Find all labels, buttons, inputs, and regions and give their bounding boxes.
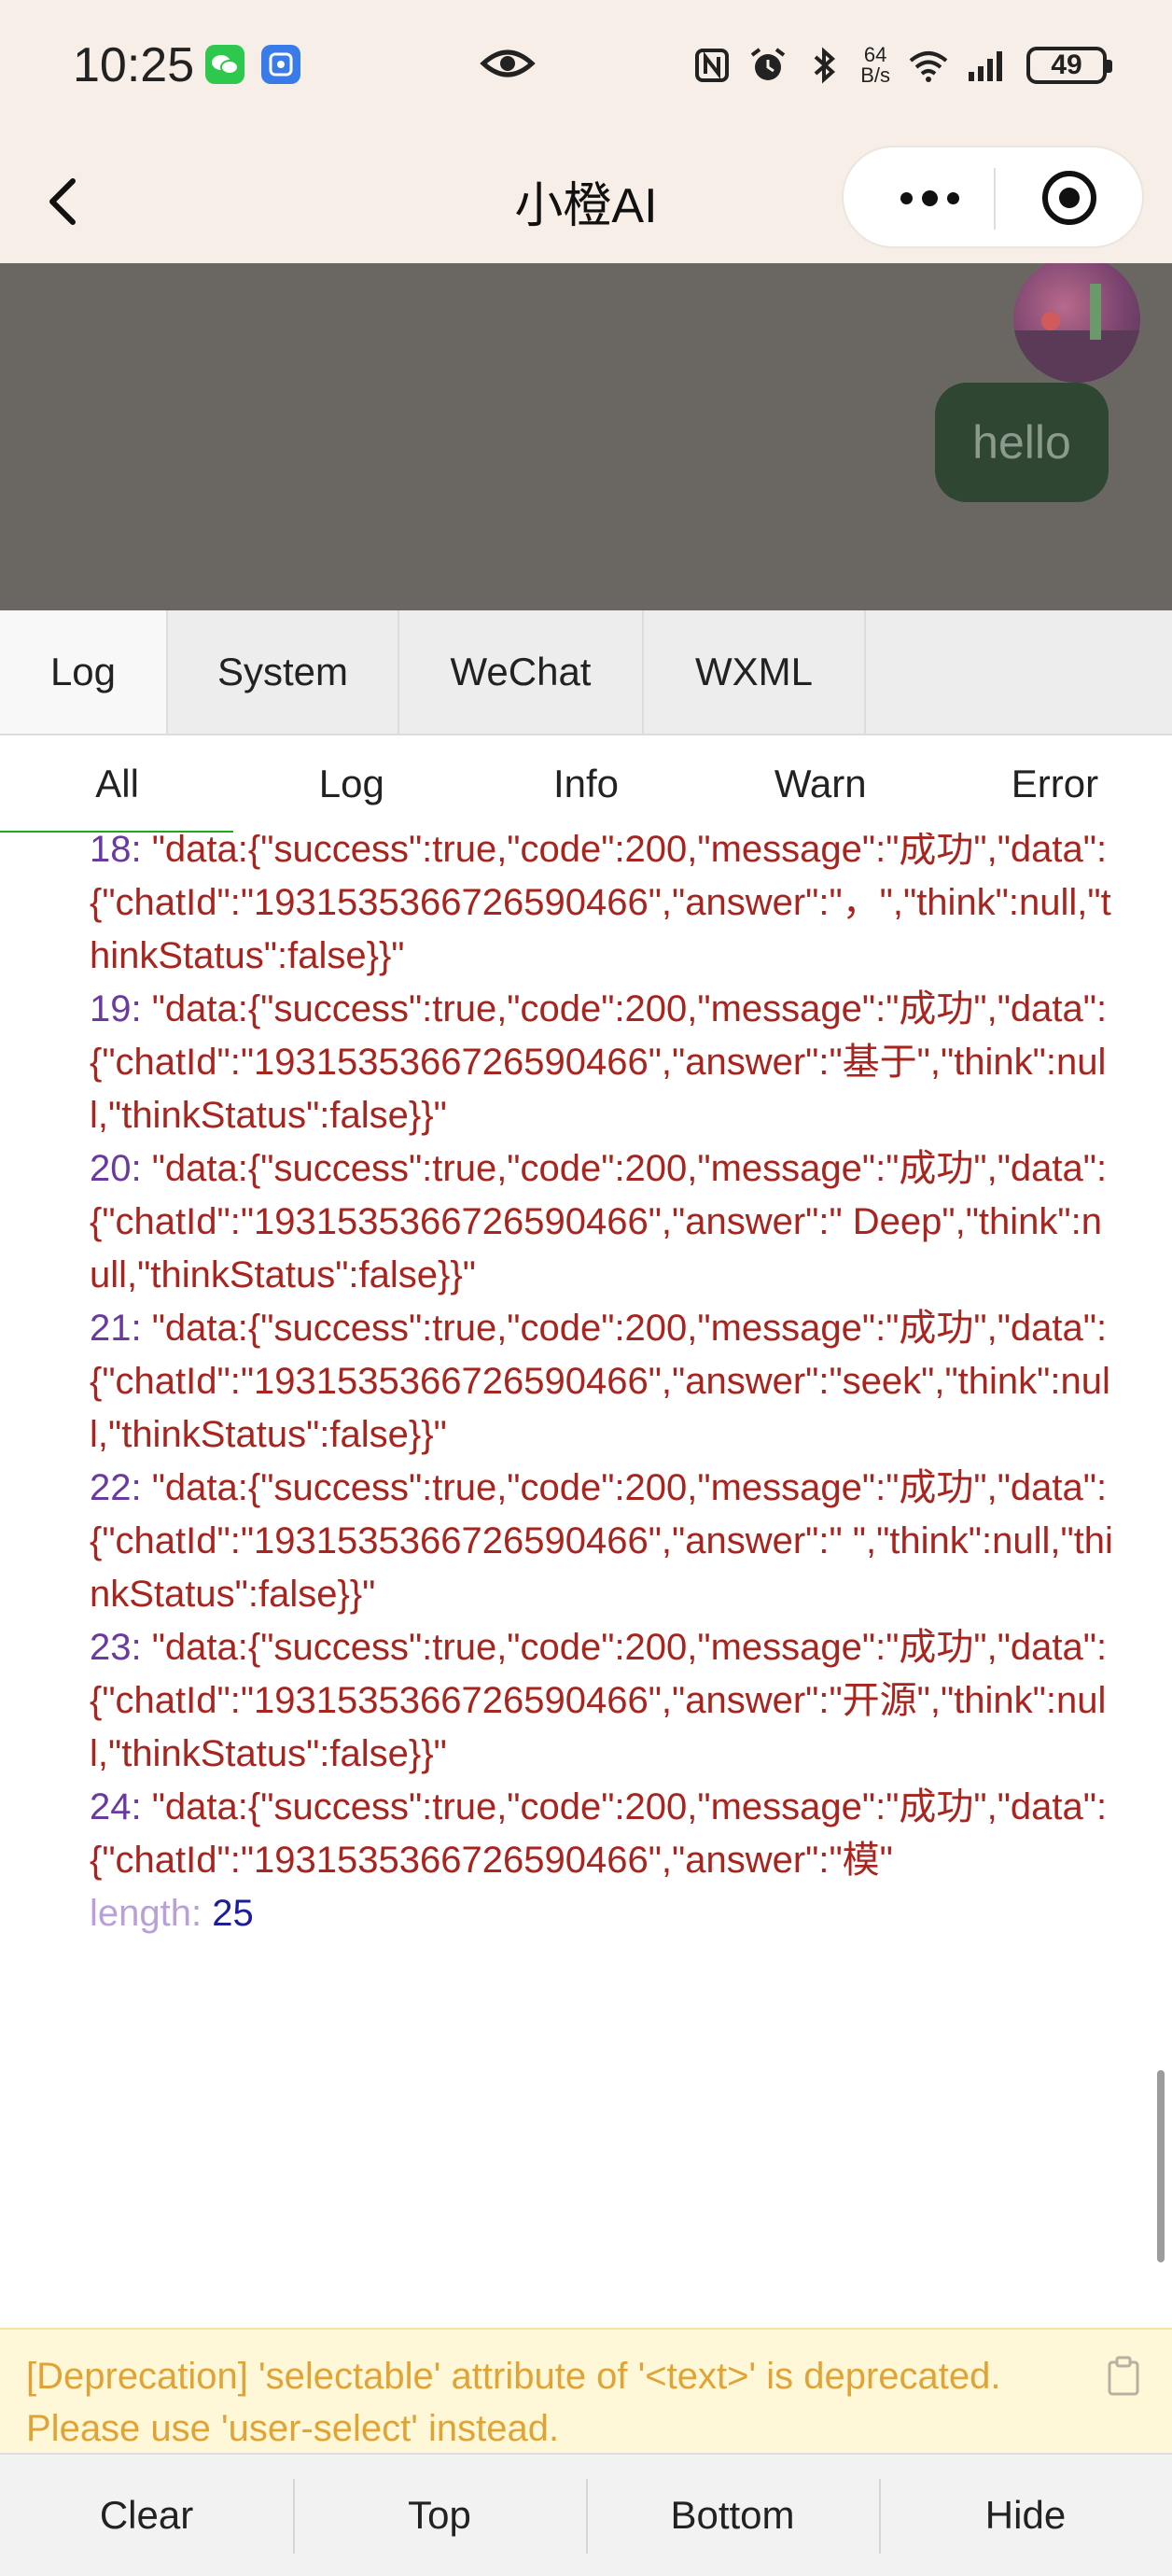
log-entry-text: "data:{"success":true,"code":200,"messag… <box>90 1467 1113 1615</box>
app-notification-icon <box>261 45 300 84</box>
log-entry-text: "data:{"success":true,"code":200,"messag… <box>90 833 1111 976</box>
log-entry: 20: "data:{"success":true,"code":200,"me… <box>90 1148 1108 1295</box>
console-toolbar: Clear Top Bottom Hide <box>0 2453 1172 2576</box>
nav-bar: 小橙AI <box>0 131 1172 263</box>
filter-all[interactable]: All <box>0 735 234 834</box>
log-entry: 18: "data:{"success":true,"code":200,"me… <box>90 833 1116 983</box>
deprecation-warning: [Deprecation] 'selectable' attribute of … <box>0 2328 1172 2453</box>
log-entry-index: 22 <box>90 1467 132 1508</box>
log-entry-text: "data:{"success":true,"code":200,"messag… <box>90 1308 1110 1455</box>
filter-info[interactable]: Info <box>468 735 703 833</box>
tab-empty <box>866 610 1172 734</box>
log-entry: 23: "data:{"success":true,"code":200,"me… <box>90 1627 1108 1774</box>
network-speed-unit: B/s <box>860 63 890 87</box>
filter-error[interactable]: Error <box>938 735 1172 833</box>
tab-wechat[interactable]: WeChat <box>399 610 644 734</box>
log-entry-index: 20 <box>90 1148 132 1189</box>
tab-log[interactable]: Log <box>0 610 168 734</box>
log-entry: 19: "data:{"success":true,"code":200,"me… <box>90 988 1108 1136</box>
filter-warn[interactable]: Warn <box>704 735 938 833</box>
user-avatar <box>1013 263 1140 383</box>
log-scrollbar[interactable] <box>1157 2070 1165 2262</box>
nfc-icon <box>695 49 730 82</box>
tab-system[interactable]: System <box>168 610 399 734</box>
log-filter-bar: All Log Info Warn Error <box>0 735 1172 834</box>
length-key: length <box>90 1893 191 1934</box>
mini-program-capsule <box>842 146 1144 248</box>
log-entry: 24: "data:{"success":true,"code":200,"me… <box>90 1786 1108 1881</box>
log-entry-text: "data:{"success":true,"code":200,"messag… <box>90 988 1108 1136</box>
copy-icon[interactable] <box>1107 2356 1140 2397</box>
tab-wxml[interactable]: WXML <box>644 610 866 734</box>
log-entry-text: "data:{"success":true,"code":200,"messag… <box>90 1786 1108 1881</box>
user-message-bubble: hello <box>935 383 1109 502</box>
bluetooth-icon <box>814 47 836 84</box>
filter-log[interactable]: Log <box>234 735 468 833</box>
wechat-notification-icon <box>205 45 244 84</box>
battery-indicator: 49 <box>1026 47 1112 84</box>
target-icon <box>1042 171 1096 225</box>
log-entry-index: 19 <box>90 988 132 1029</box>
close-mini-program-button[interactable] <box>1039 168 1099 228</box>
log-entry-index: 18 <box>90 833 132 870</box>
console-tabs: Log System WeChat WXML <box>0 610 1172 735</box>
network-speed: 64 B/s <box>860 45 890 86</box>
warning-text: [Deprecation] 'selectable' attribute of … <box>26 2356 1001 2449</box>
capsule-divider <box>994 168 996 230</box>
network-speed-value: 64 <box>863 43 887 66</box>
battery-level: 49 <box>1051 49 1082 80</box>
status-bar: 10:25 64 B/s 49 <box>0 0 1172 131</box>
top-button[interactable]: Top <box>293 2455 586 2576</box>
status-icons: 64 B/s 49 <box>692 41 1112 90</box>
eye-icon <box>480 45 536 82</box>
log-entry-index: 21 <box>90 1308 132 1349</box>
log-entry-text: "data:{"success":true,"code":200,"messag… <box>90 1627 1108 1774</box>
status-time: 10:25 <box>73 38 195 92</box>
log-area[interactable]: 18: "data:{"success":true,"code":200,"me… <box>0 833 1172 2328</box>
log-entry: 21: "data:{"success":true,"code":200,"me… <box>90 1308 1110 1455</box>
wifi-icon <box>909 51 948 82</box>
chat-area: hello <box>0 263 1172 610</box>
log-content: 18: "data:{"success":true,"code":200,"me… <box>90 833 1116 1940</box>
log-entry-index: 24 <box>90 1786 132 1827</box>
bottom-button[interactable]: Bottom <box>586 2455 879 2576</box>
clear-button[interactable]: Clear <box>0 2455 293 2576</box>
log-entry: 22: "data:{"success":true,"code":200,"me… <box>90 1467 1113 1615</box>
length-value: 25 <box>212 1893 254 1934</box>
log-entry-text: "data:{"success":true,"code":200,"messag… <box>90 1148 1108 1295</box>
log-entry-index: 23 <box>90 1627 132 1668</box>
hide-button[interactable]: Hide <box>879 2455 1172 2576</box>
alarm-icon <box>751 48 786 80</box>
signal-icon <box>969 51 1002 81</box>
array-length: length: 25 <box>90 1893 254 1934</box>
more-icon <box>900 191 913 204</box>
more-button[interactable] <box>881 172 978 224</box>
